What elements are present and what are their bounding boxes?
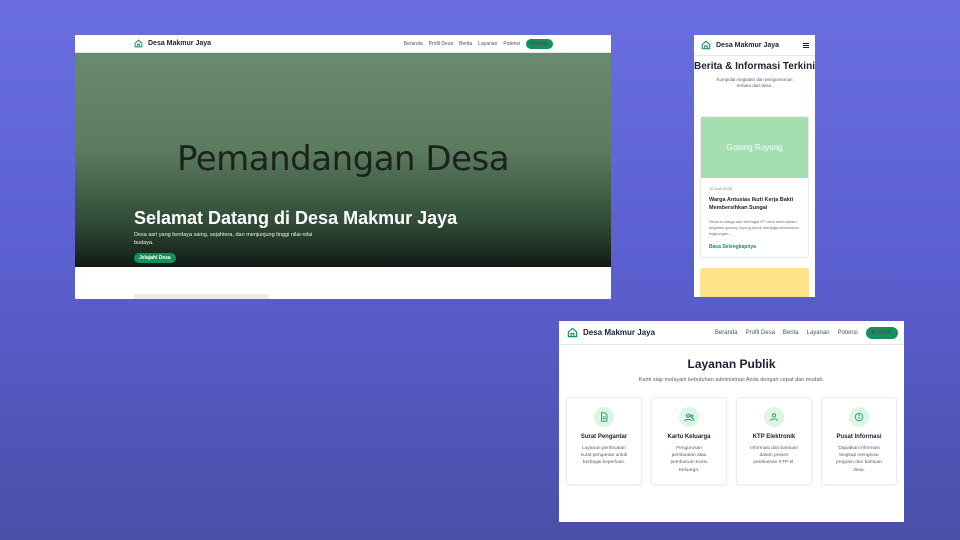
home-icon xyxy=(567,327,578,338)
nav-profil-desa[interactable]: Profil Desa xyxy=(746,330,775,336)
nav-berita[interactable]: Berita xyxy=(459,41,472,47)
nav-layanan[interactable]: Layanan xyxy=(478,41,497,47)
service-desc: Informasi dan bantuan dalam proses perek… xyxy=(750,446,798,466)
services-grid: Surat Pengantar Layanan pembuatan surat … xyxy=(566,397,897,485)
content-placeholder xyxy=(133,294,269,299)
service-name: KTP Elektronik xyxy=(752,434,796,440)
service-card-pusat-informasi[interactable]: Pusat Informasi Dapatkan informasi lengk… xyxy=(821,397,897,485)
nav-menu: Beranda Profil Desa Berita Layanan Poten… xyxy=(715,326,898,339)
hero-title: Selamat Datang di Desa Makmur Jaya xyxy=(134,208,458,228)
services-title: Layanan Publik xyxy=(687,357,776,371)
mobile-news-preview: Desa Makmur Jaya Berita & Informasi Terk… xyxy=(694,35,815,297)
services-preview: Desa Makmur Jaya Beranda Profil Desa Ber… xyxy=(559,321,904,522)
nav-berita[interactable]: Berita xyxy=(783,330,799,336)
hero-section: Pemandangan Desa Selamat Datang di Desa … xyxy=(75,53,611,267)
service-desc: Pengurusan pembuatan atau pembaruan Kart… xyxy=(670,446,708,473)
service-desc: Dapatkan informasi lengkap mengenai prog… xyxy=(836,446,882,473)
service-name: Surat Pengantar xyxy=(580,434,628,440)
home-icon xyxy=(134,39,143,48)
service-name: Kartu Keluarga xyxy=(667,434,711,440)
news-subtitle: Kumpulan kegiatan dan pengumuman terbaru… xyxy=(716,76,793,89)
top-nav: Desa Makmur Jaya Beranda Profil Desa Ber… xyxy=(559,321,904,345)
desktop-home-preview: Desa Makmur Jaya Beranda Profil Desa Ber… xyxy=(75,35,611,299)
service-name: Pusat Informasi xyxy=(836,434,882,440)
explore-button[interactable]: Jelajahi Desa xyxy=(134,253,176,263)
home-icon xyxy=(701,40,711,50)
brand-name: Desa Makmur Jaya xyxy=(716,41,780,49)
brand-name: Desa Makmur Jaya xyxy=(148,40,212,47)
brand[interactable]: Desa Makmur Jaya xyxy=(567,327,655,338)
user-icon xyxy=(764,407,784,427)
info-icon xyxy=(849,407,869,427)
contact-button[interactable]: Kontak xyxy=(526,38,553,49)
news-headline[interactable]: Warga Antusias Ikuti Kerja Bakti Members… xyxy=(709,196,800,213)
news-date: 10 Juni 2025 xyxy=(709,186,732,191)
nav-potensi[interactable]: Potensi xyxy=(838,330,858,336)
services-subtitle: Kami siap melayani kebutuhan administras… xyxy=(638,377,825,383)
brand[interactable]: Desa Makmur Jaya xyxy=(134,39,211,48)
nav-potensi[interactable]: Potensi xyxy=(503,41,520,47)
service-card-kartu-keluarga[interactable]: Kartu Keluarga Pengurusan pembuatan atau… xyxy=(651,397,727,485)
mobile-nav: Desa Makmur Jaya xyxy=(694,35,815,56)
top-nav: Desa Makmur Jaya Beranda Profil Desa Ber… xyxy=(75,35,611,53)
nav-beranda[interactable]: Beranda xyxy=(404,41,423,47)
news-excerpt: Seluruh warga dari berbagai RT turut ser… xyxy=(709,218,799,237)
read-more-link[interactable]: Baca Selengkapnya xyxy=(709,244,800,250)
news-title: Berita & Informasi Terkini xyxy=(694,61,815,72)
users-icon xyxy=(679,407,699,427)
nav-beranda[interactable]: Beranda xyxy=(715,330,738,336)
brand[interactable]: Desa Makmur Jaya xyxy=(701,40,779,50)
news-card[interactable] xyxy=(700,268,809,297)
hero-image-text: Pemandangan Desa xyxy=(176,139,510,179)
service-card-surat-pengantar[interactable]: Surat Pengantar Layanan pembuatan surat … xyxy=(566,397,642,485)
hero-subtitle: Desa asri yang berdaya saing, sejahtera,… xyxy=(134,232,313,247)
contact-button[interactable]: Kontak xyxy=(865,326,898,339)
brand-name: Desa Makmur Jaya xyxy=(583,328,656,337)
nav-layanan[interactable]: Layanan xyxy=(807,330,830,336)
news-card[interactable]: Gotong Royong 10 Juni 2025 Warga Antusia… xyxy=(700,116,809,258)
menu-icon[interactable] xyxy=(803,42,809,48)
nav-menu: Beranda Profil Desa Berita Layanan Poten… xyxy=(404,38,553,49)
news-thumbnail: Gotong Royong xyxy=(701,117,808,178)
service-desc: Layanan pembuatan surat pengantar untuk … xyxy=(580,446,628,466)
document-icon xyxy=(594,407,614,427)
nav-profil-desa[interactable]: Profil Desa xyxy=(429,41,453,47)
service-card-ktp-elektronik[interactable]: KTP Elektronik Informasi dan bantuan dal… xyxy=(736,397,812,485)
